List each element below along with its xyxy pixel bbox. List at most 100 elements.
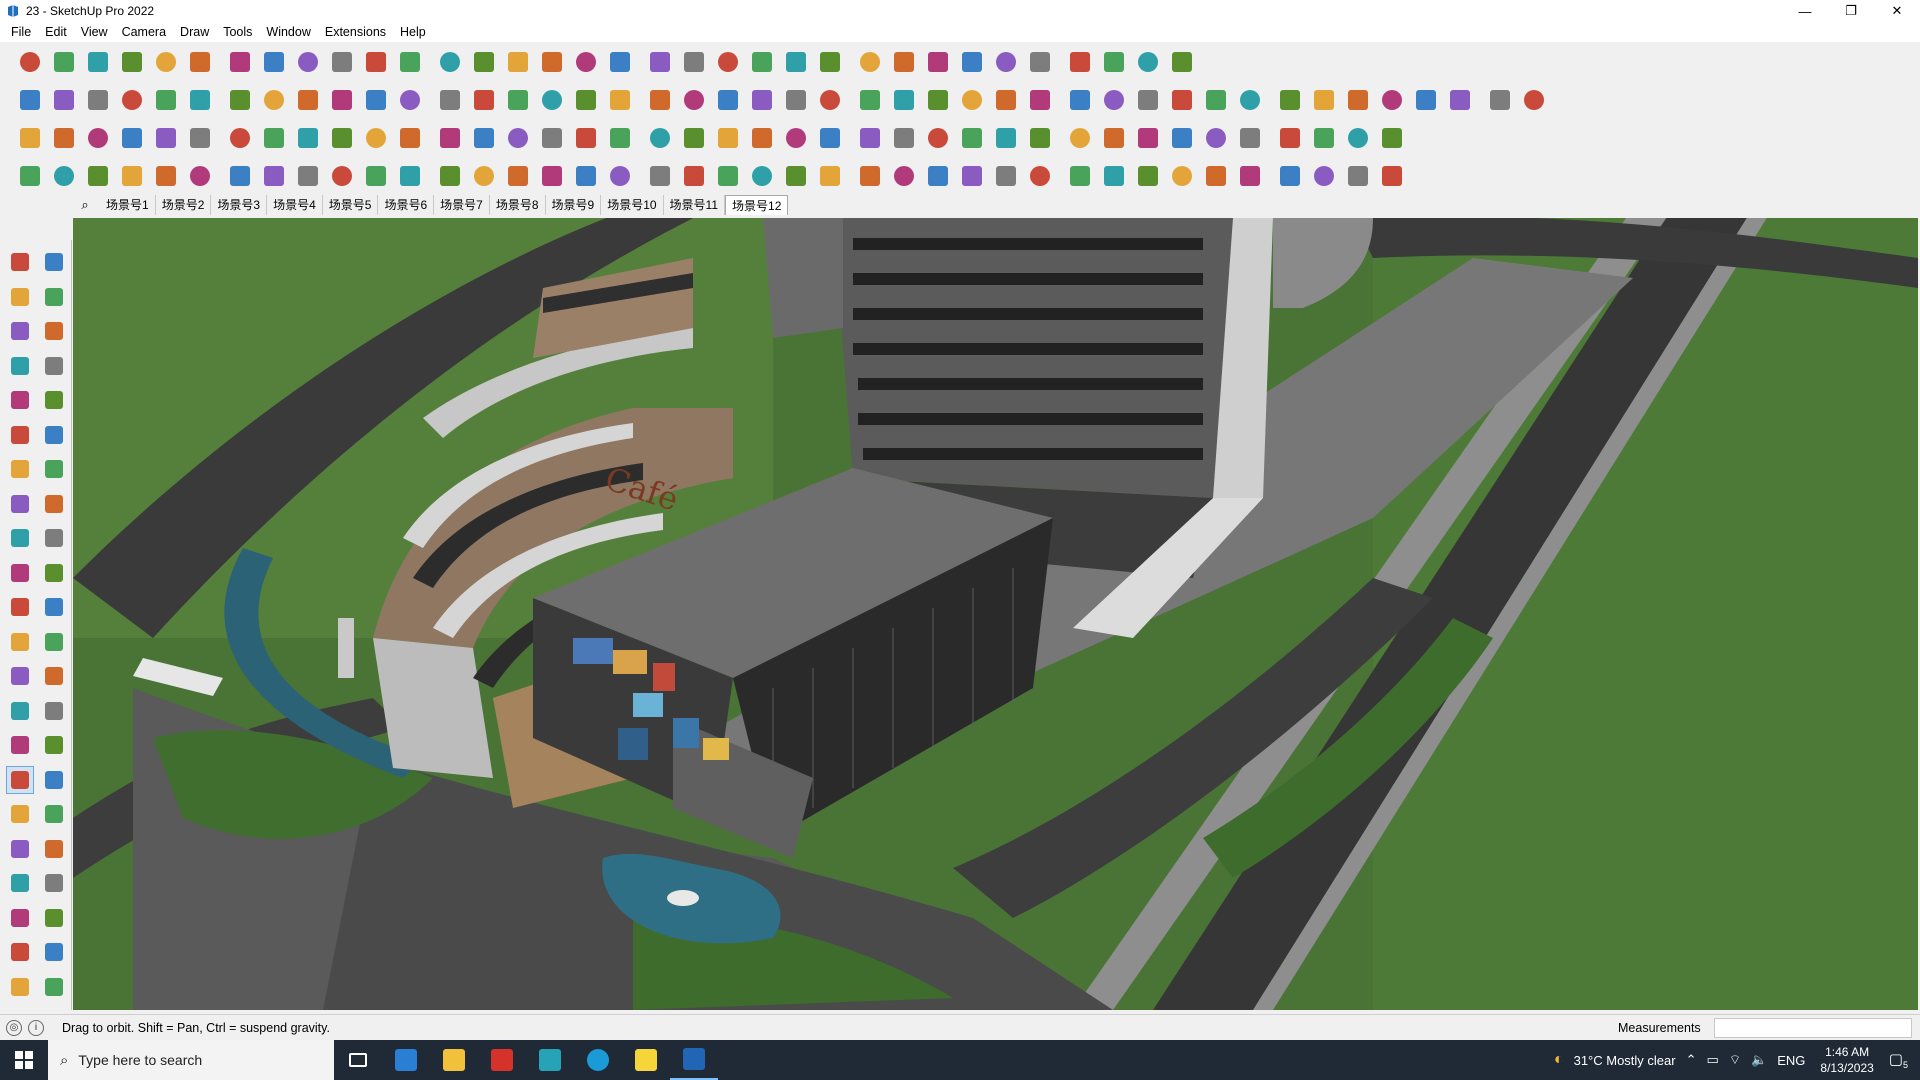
toolbar-tool-icon[interactable] bbox=[990, 46, 1022, 78]
large-tool-icon[interactable] bbox=[40, 973, 68, 1001]
scene-tab[interactable]: 场景号11 bbox=[664, 195, 726, 215]
toolbar-tool-icon[interactable] bbox=[604, 160, 636, 192]
toolbar-tool-icon[interactable] bbox=[326, 160, 358, 192]
large-tool-icon[interactable] bbox=[6, 973, 34, 1001]
measurements-input[interactable] bbox=[1714, 1018, 1912, 1038]
toolbar-tool-icon[interactable] bbox=[1234, 84, 1266, 116]
toolbar-tool-icon[interactable] bbox=[604, 84, 636, 116]
toolbar-tool-icon[interactable] bbox=[258, 122, 290, 154]
menu-tools[interactable]: Tools bbox=[216, 25, 259, 39]
scene-tab[interactable]: 场景号10 bbox=[601, 195, 664, 215]
large-tool-icon[interactable] bbox=[6, 455, 34, 483]
maximize-button[interactable]: ❐ bbox=[1828, 0, 1874, 22]
toolbar-tool-icon[interactable] bbox=[1132, 84, 1164, 116]
clock[interactable]: 1:46 AM 8/13/2023 bbox=[1820, 1044, 1873, 1076]
toolbar-tool-icon[interactable] bbox=[678, 84, 710, 116]
toolbar-tool-icon[interactable] bbox=[814, 84, 846, 116]
toolbar-tool-icon[interactable] bbox=[48, 122, 80, 154]
toolbar-tool-icon[interactable] bbox=[922, 160, 954, 192]
toolbar-tool-icon[interactable] bbox=[258, 46, 290, 78]
toolbar-tool-icon[interactable] bbox=[1342, 122, 1374, 154]
toolbar-tool-icon[interactable] bbox=[780, 160, 812, 192]
toolbar-tool-icon[interactable] bbox=[570, 84, 602, 116]
large-tool-icon[interactable] bbox=[40, 386, 68, 414]
language-indicator[interactable]: ENG bbox=[1777, 1053, 1805, 1068]
toolbar-tool-icon[interactable] bbox=[1342, 160, 1374, 192]
large-tool-icon[interactable] bbox=[40, 904, 68, 932]
toolbar-tool-icon[interactable] bbox=[184, 122, 216, 154]
toolbar-tool-icon[interactable] bbox=[1444, 84, 1476, 116]
toolbar-tool-icon[interactable] bbox=[854, 46, 886, 78]
large-tool-icon[interactable] bbox=[40, 524, 68, 552]
toolbar-tool-icon[interactable] bbox=[1024, 160, 1056, 192]
toolbar-tool-icon[interactable] bbox=[604, 46, 636, 78]
menu-draw[interactable]: Draw bbox=[173, 25, 216, 39]
file-explorer-icon[interactable] bbox=[430, 1040, 478, 1080]
toolbar-tool-icon[interactable] bbox=[1024, 122, 1056, 154]
toolbar-tool-icon[interactable] bbox=[468, 160, 500, 192]
large-tool-icon[interactable] bbox=[40, 869, 68, 897]
toolbar-tool-icon[interactable] bbox=[780, 84, 812, 116]
large-tool-icon[interactable] bbox=[6, 904, 34, 932]
toolbar-tool-icon[interactable] bbox=[292, 84, 324, 116]
toolbar-tool-icon[interactable] bbox=[292, 122, 324, 154]
toolbar-tool-icon[interactable] bbox=[956, 122, 988, 154]
toolbar-tool-icon[interactable] bbox=[434, 84, 466, 116]
toolbar-tool-icon[interactable] bbox=[116, 46, 148, 78]
toolbar-tool-icon[interactable] bbox=[922, 122, 954, 154]
toolbar-tool-icon[interactable] bbox=[48, 46, 80, 78]
toolbar-tool-icon[interactable] bbox=[434, 160, 466, 192]
large-tool-icon[interactable] bbox=[6, 248, 34, 276]
large-tool-icon[interactable] bbox=[40, 800, 68, 828]
toolbar-tool-icon[interactable] bbox=[326, 122, 358, 154]
toolbar-tool-icon[interactable] bbox=[814, 122, 846, 154]
toolbar-tool-icon[interactable] bbox=[468, 84, 500, 116]
toolbar-tool-icon[interactable] bbox=[150, 122, 182, 154]
large-tool-icon[interactable] bbox=[6, 283, 34, 311]
toolbar-tool-icon[interactable] bbox=[14, 46, 46, 78]
toolbar-tool-icon[interactable] bbox=[258, 160, 290, 192]
toolbar-tool-icon[interactable] bbox=[1274, 160, 1306, 192]
toolbar-tool-icon[interactable] bbox=[1234, 160, 1266, 192]
large-tool-icon[interactable] bbox=[40, 766, 68, 794]
menu-view[interactable]: View bbox=[74, 25, 115, 39]
toolbar-tool-icon[interactable] bbox=[644, 122, 676, 154]
toolbar-tool-icon[interactable] bbox=[888, 160, 920, 192]
toolbar-tool-icon[interactable] bbox=[394, 46, 426, 78]
toolbar-tool-icon[interactable] bbox=[116, 160, 148, 192]
toolbar-tool-icon[interactable] bbox=[1484, 84, 1516, 116]
battery-icon[interactable]: ▭ bbox=[1707, 1052, 1719, 1068]
menu-file[interactable]: File bbox=[4, 25, 38, 39]
toolbar-tool-icon[interactable] bbox=[1376, 160, 1408, 192]
close-button[interactable]: ✕ bbox=[1874, 0, 1920, 22]
large-tool-icon[interactable] bbox=[40, 731, 68, 759]
toolbar-tool-icon[interactable] bbox=[1064, 84, 1096, 116]
info-icon[interactable]: i bbox=[28, 1019, 44, 1036]
toolbar-tool-icon[interactable] bbox=[1166, 160, 1198, 192]
toolbar-tool-icon[interactable] bbox=[1132, 160, 1164, 192]
large-tool-icon[interactable] bbox=[40, 938, 68, 966]
start-button[interactable] bbox=[0, 1040, 48, 1080]
wifi-icon[interactable]: ⌔ bbox=[1729, 1052, 1741, 1068]
toolbar-tool-icon[interactable] bbox=[1200, 160, 1232, 192]
toolbar-tool-icon[interactable] bbox=[1200, 84, 1232, 116]
large-tool-icon[interactable] bbox=[6, 524, 34, 552]
edge-browser-icon[interactable] bbox=[574, 1040, 622, 1080]
weather-text[interactable]: 31°C Mostly clear bbox=[1574, 1053, 1676, 1068]
sticky-notes-icon[interactable] bbox=[622, 1040, 670, 1080]
toolbar-tool-icon[interactable] bbox=[1098, 84, 1130, 116]
toolbar-tool-icon[interactable] bbox=[956, 46, 988, 78]
large-tool-icon[interactable] bbox=[6, 835, 34, 863]
toolbar-tool-icon[interactable] bbox=[1132, 46, 1164, 78]
task-view-icon[interactable] bbox=[334, 1040, 382, 1080]
toolbar-tool-icon[interactable] bbox=[502, 160, 534, 192]
toolbar-tool-icon[interactable] bbox=[990, 122, 1022, 154]
toolbar-tool-icon[interactable] bbox=[1308, 122, 1340, 154]
toolbar-tool-icon[interactable] bbox=[644, 46, 676, 78]
toolbar-tool-icon[interactable] bbox=[1308, 160, 1340, 192]
toolbar-tool-icon[interactable] bbox=[434, 46, 466, 78]
scene-tab[interactable]: 场景号1 bbox=[100, 195, 156, 215]
scene-tab[interactable]: 场景号9 bbox=[546, 195, 602, 215]
toolbar-tool-icon[interactable] bbox=[1234, 122, 1266, 154]
toolbar-tool-icon[interactable] bbox=[922, 46, 954, 78]
